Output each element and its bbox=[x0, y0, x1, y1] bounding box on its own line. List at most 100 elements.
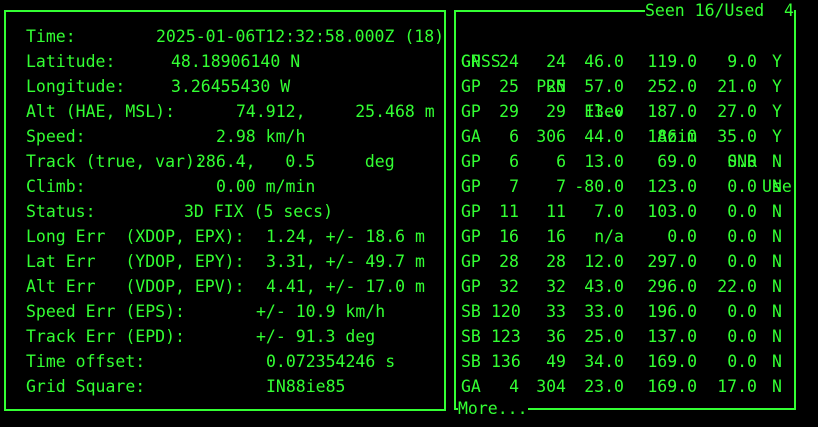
sat-use: N bbox=[772, 202, 782, 221]
sat-id: 29 bbox=[499, 102, 519, 121]
sat-gnss: SB bbox=[461, 352, 481, 371]
fix-label: Grid Square: bbox=[26, 377, 146, 396]
sat-snr: 22.0 bbox=[717, 277, 757, 296]
sat-prn: 6 bbox=[556, 152, 566, 171]
fix-value: 2.98 km/h bbox=[216, 127, 306, 146]
sat-elev: 57.0 bbox=[584, 77, 624, 96]
fix-value: 286.4, 0.5 deg bbox=[196, 152, 395, 171]
sat-use: Y bbox=[772, 77, 782, 96]
sat-id: 7 bbox=[509, 177, 519, 196]
sat-gnss: GP bbox=[461, 77, 481, 96]
sat-id: 123 bbox=[491, 327, 521, 346]
fix-value: 74.912, 25.468 m bbox=[236, 102, 435, 121]
sat-snr: 0.0 bbox=[727, 202, 757, 221]
fix-label: Long Err (XDOP, EPX): bbox=[26, 227, 245, 246]
fix-value: 1.24, +/- 18.6 m bbox=[266, 227, 425, 246]
fix-label: Track (true, var): bbox=[26, 152, 205, 171]
sat-elev: 12.0 bbox=[584, 252, 624, 271]
sat-id: 25 bbox=[499, 77, 519, 96]
sat-snr: 0.0 bbox=[727, 302, 757, 321]
sat-id: 11 bbox=[499, 202, 519, 221]
fix-value: 3.26455430 W bbox=[171, 77, 291, 96]
fix-panel: Time: 2025-01-06T12:32:58.000Z (18) Latitu… bbox=[4, 10, 446, 411]
fix-label: Track Err (EPD): bbox=[26, 327, 185, 346]
sat-gnss: GA bbox=[461, 377, 481, 396]
sat-azim: 169.0 bbox=[647, 377, 697, 396]
sat-elev: 43.0 bbox=[584, 277, 624, 296]
satellite-row: GP 6 6 13.0 69.0 0.0 N bbox=[461, 149, 797, 174]
sat-azim: 186.0 bbox=[647, 127, 697, 146]
sat-snr: 0.0 bbox=[727, 327, 757, 346]
sat-gnss: GP bbox=[461, 252, 481, 271]
satellite-row: GP 28 28 12.0 297.0 0.0 N bbox=[461, 249, 797, 274]
fix-value: 48.18906140 N bbox=[171, 52, 301, 71]
sat-elev: 25.0 bbox=[584, 327, 624, 346]
sat-gnss: GP bbox=[461, 177, 481, 196]
sat-azim: 252.0 bbox=[647, 77, 697, 96]
sat-snr: 0.0 bbox=[727, 177, 757, 196]
sat-prn: 11 bbox=[546, 202, 566, 221]
sat-elev: 44.0 bbox=[584, 127, 624, 146]
fix-label: Alt (HAE, MSL): bbox=[26, 102, 176, 121]
sat-prn: 33 bbox=[546, 302, 566, 321]
satellite-row: SB 123 36 25.0 137.0 0.0 N bbox=[461, 324, 797, 349]
sat-snr: 0.0 bbox=[727, 152, 757, 171]
satellite-row: GP 16 16 n/a 0.0 0.0 N bbox=[461, 224, 797, 249]
satellite-row: GA 4 304 23.0 169.0 17.0 N bbox=[461, 374, 797, 399]
sat-gnss: GP bbox=[461, 227, 481, 246]
fix-label: Longitude: bbox=[26, 77, 126, 96]
fix-label: Speed: bbox=[26, 127, 86, 146]
sat-azim: 297.0 bbox=[647, 252, 697, 271]
sat-azim: 137.0 bbox=[647, 327, 697, 346]
sat-gnss: GP bbox=[461, 202, 481, 221]
sat-elev: 46.0 bbox=[584, 52, 624, 71]
sat-prn: 306 bbox=[536, 127, 566, 146]
satellite-row: GP 7 7 -80.0 123.0 0.0 N bbox=[461, 174, 797, 199]
sat-gnss: GP bbox=[461, 152, 481, 171]
sat-snr: 9.0 bbox=[727, 52, 757, 71]
sat-snr: 0.0 bbox=[727, 352, 757, 371]
sat-id: 136 bbox=[491, 352, 521, 371]
fix-label: Time: bbox=[26, 27, 76, 46]
sat-elev: 33.0 bbox=[584, 302, 624, 321]
more-link[interactable]: More... bbox=[458, 399, 528, 419]
sat-use: N bbox=[772, 252, 782, 271]
satellite-row: GA 6 306 44.0 186.0 35.0 Y bbox=[461, 124, 797, 149]
sat-use: Y bbox=[772, 102, 782, 121]
sat-use: N bbox=[772, 302, 782, 321]
fix-label: Time offset: bbox=[26, 352, 146, 371]
sat-snr: 35.0 bbox=[717, 127, 757, 146]
satellite-row: GP 24 24 46.0 119.0 9.0 Y bbox=[461, 49, 797, 74]
fix-value: 0.072354246 s bbox=[266, 352, 396, 371]
sat-elev: 23.0 bbox=[584, 377, 624, 396]
sat-gnss: GP bbox=[461, 102, 481, 121]
fix-label: Lat Err (YDOP, EPY): bbox=[26, 252, 245, 271]
fix-value: 4.41, +/- 17.0 m bbox=[266, 277, 425, 296]
sat-use: Y bbox=[772, 52, 782, 71]
sat-id: 6 bbox=[509, 152, 519, 171]
sat-azim: 0.0 bbox=[667, 227, 697, 246]
satellite-row: SB 136 49 34.0 169.0 0.0 N bbox=[461, 349, 797, 374]
sat-prn: 29 bbox=[546, 102, 566, 121]
satellite-table-header: GNSS PRN Elev Azim SNR Use bbox=[461, 24, 797, 196]
fix-label: Latitude: bbox=[26, 52, 116, 71]
sat-prn: 28 bbox=[546, 252, 566, 271]
sat-elev: 34.0 bbox=[584, 352, 624, 371]
sat-elev: 13.0 bbox=[584, 102, 624, 121]
sat-elev: 7.0 bbox=[594, 202, 624, 221]
fix-label: Status: bbox=[26, 202, 96, 221]
sat-id: 6 bbox=[509, 127, 519, 146]
sat-use: N bbox=[772, 177, 782, 196]
sat-snr: 21.0 bbox=[717, 77, 757, 96]
sat-gnss: GP bbox=[461, 277, 481, 296]
sat-use: N bbox=[772, 352, 782, 371]
satellite-row: GP 32 32 43.0 296.0 22.0 N bbox=[461, 274, 797, 299]
sat-azim: 69.0 bbox=[657, 152, 697, 171]
sat-prn: 32 bbox=[546, 277, 566, 296]
satellite-row: GP 11 11 7.0 103.0 0.0 N bbox=[461, 199, 797, 224]
satellite-panel: Seen 16/Used 4 GNSS PRN Elev Azim SNR Us… bbox=[454, 1, 797, 419]
satellite-row: GP 25 25 57.0 252.0 21.0 Y bbox=[461, 74, 797, 99]
sat-azim: 187.0 bbox=[647, 102, 697, 121]
sat-gnss: GP bbox=[461, 52, 481, 71]
sat-prn: 24 bbox=[546, 52, 566, 71]
